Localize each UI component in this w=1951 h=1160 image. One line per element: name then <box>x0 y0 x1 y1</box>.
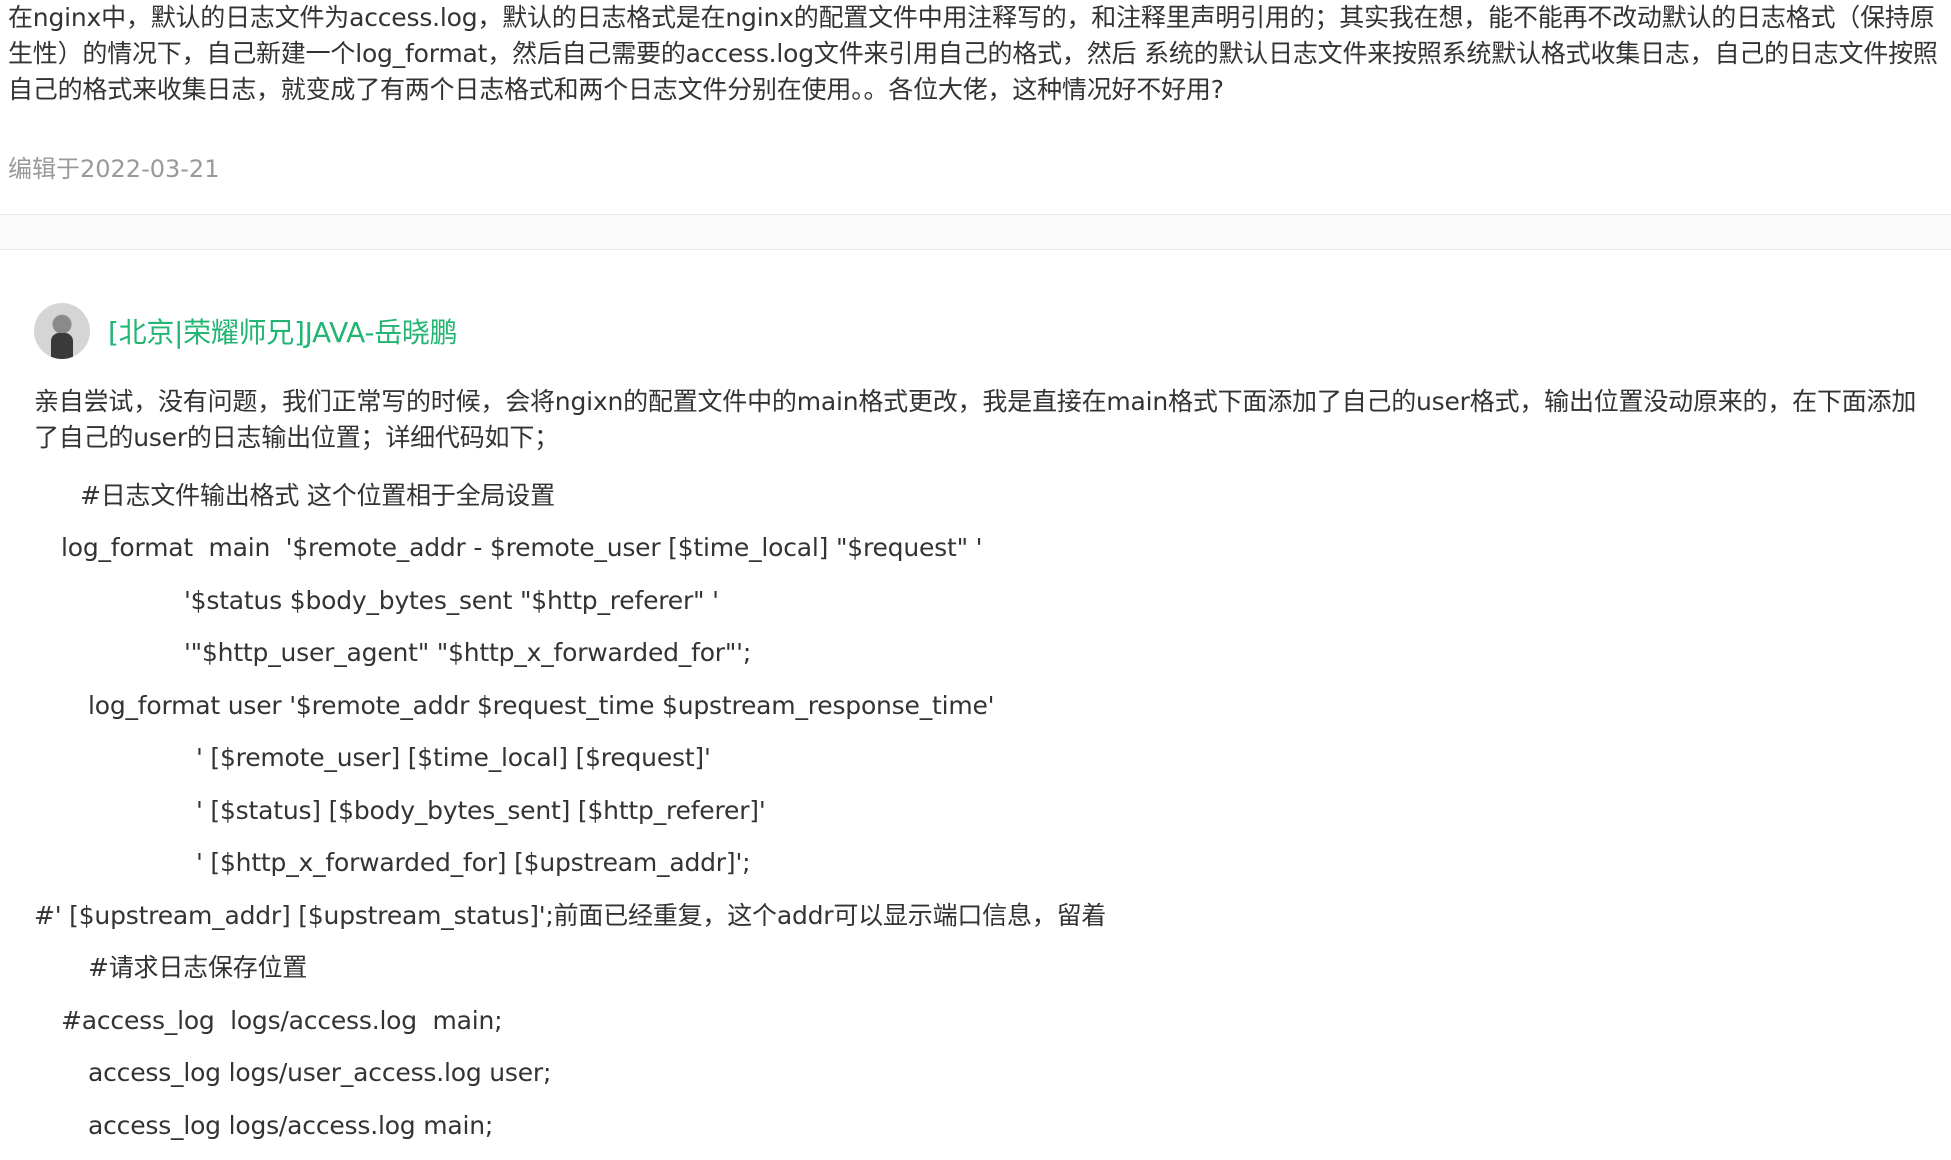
code-line: log_format user '$remote_addr $request_t… <box>88 691 995 720</box>
question-body: 在nginx中，默认的日志文件为access.log，默认的日志格式是在ngin… <box>8 3 1938 104</box>
code-line: '"$http_user_agent" "$http_x_forwarded_f… <box>184 638 752 667</box>
answer-intro: 亲自尝试，没有问题，我们正常写的时候，会将ngixn的配置文件中的main格式更… <box>34 387 1917 452</box>
code-line: #请求日志保存位置 <box>88 953 308 982</box>
code-line: ' [$remote_user] [$time_local] [$request… <box>196 743 711 772</box>
code-line: #日志文件输出格式 这个位置相于全局设置 <box>80 481 555 510</box>
code-line: access_log logs/access.log main; <box>88 1111 494 1140</box>
author-row: [北京|荣耀师兄]JAVA-岳晓鹏 <box>34 300 1934 362</box>
code-line: access_log logs/user_access.log user; <box>88 1058 552 1087</box>
code-line: #' [$upstream_addr] [$upstream_status]';… <box>34 901 1107 930</box>
answer-section: [北京|荣耀师兄]JAVA-岳晓鹏 亲自尝试，没有问题，我们正常写的时候，会将n… <box>34 300 1934 456</box>
code-line: #access_log logs/access.log main; <box>61 1006 503 1035</box>
code-line: log_format main '$remote_addr - $remote_… <box>61 533 983 562</box>
question-section: 在nginx中，默认的日志文件为access.log，默认的日志格式是在ngin… <box>8 0 1940 108</box>
code-line: ' [$status] [$body_bytes_sent] [$http_re… <box>196 796 766 825</box>
edited-timestamp: 编辑于2022-03-21 <box>8 155 220 183</box>
code-line: ' [$http_x_forwarded_for] [$upstream_add… <box>196 848 751 877</box>
author-name-link[interactable]: [北京|荣耀师兄]JAVA-岳晓鹏 <box>108 311 458 351</box>
section-divider <box>0 214 1951 250</box>
code-line: '$status $body_bytes_sent "$http_referer… <box>184 586 719 615</box>
avatar[interactable] <box>34 303 90 359</box>
